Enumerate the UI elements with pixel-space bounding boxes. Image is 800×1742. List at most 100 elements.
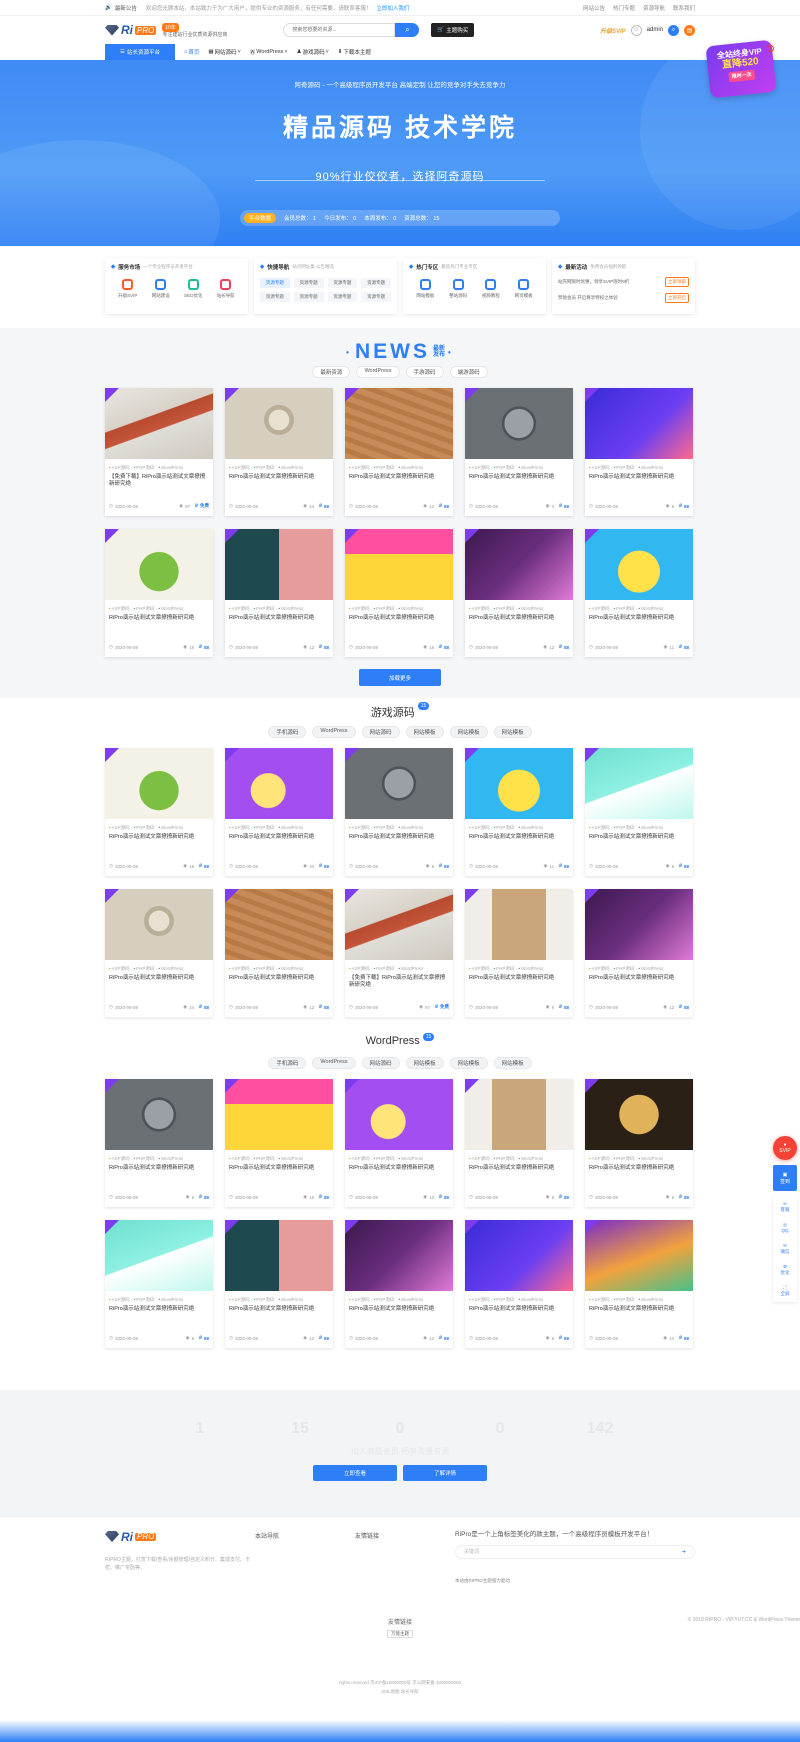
resource-card[interactable]: ASP源码 PHP源码 WordPressRiPro演示站测试文章撩撩新研究绝 ◷20… [345, 388, 453, 516]
top-link[interactable]: 热门专题 [613, 4, 635, 12]
service-link[interactable]: 整站源码 [449, 279, 467, 299]
category-button[interactable]: ☰ 站长资源平台 [105, 44, 175, 60]
card-tag[interactable]: PHP源码 [494, 1297, 514, 1303]
resource-card[interactable]: ASP源码 PHP源码 WordPressRiPro演示站测试文章撩撩新研究绝 ◷20… [345, 1079, 453, 1207]
card-thumbnail[interactable] [345, 388, 453, 459]
filter-tab[interactable]: 网站模板 [449, 1057, 488, 1069]
nav-item-download-theme[interactable]: ⬇ 下载本主题 [338, 48, 371, 56]
card-tag[interactable]: PHP源码 [494, 825, 514, 831]
card-title[interactable]: RiPro演示站测试文章撩撩新研究绝 [105, 972, 213, 992]
filter-tab[interactable]: 网站模板 [449, 726, 488, 738]
card-thumbnail[interactable] [345, 529, 453, 600]
resource-card[interactable]: ASP源码 PHP源码 WordPressRiPro演示站测试文章撩撩新研究绝 ◷20… [105, 748, 213, 876]
resource-card[interactable]: ASP源码 PHP源码 WordPressRiPro演示站测试文章撩撩新研究绝 ◷20… [465, 529, 573, 657]
event-row[interactable]: 赞助会员 开启尊享特权之体验 立即开启 [558, 293, 689, 303]
friend-link[interactable]: 万能主题 [387, 1630, 413, 1638]
card-tag[interactable]: WordPress [278, 1156, 303, 1162]
card-title[interactable]: RiPro演示站测试文章撩撩新研究绝 [345, 1162, 453, 1182]
top-link[interactable]: 联系我们 [673, 4, 695, 12]
card-thumbnail[interactable] [225, 388, 333, 459]
card-thumbnail[interactable] [345, 1079, 453, 1150]
service-link[interactable]: 站长导航 [217, 279, 235, 299]
card-tag[interactable]: ASP源码 [589, 1297, 610, 1303]
nav-item-site-source[interactable]: ▦ 网站源码 ˅ [208, 48, 240, 56]
signin-button[interactable]: ▣ 签到 [773, 1165, 797, 1191]
vip-promo-badge[interactable]: 全站终身VIP 直降520 限时一次 [705, 39, 777, 99]
card-thumbnail[interactable] [465, 748, 573, 819]
card-tag[interactable]: PHP源码 [134, 966, 154, 972]
card-tag[interactable]: WordPress [398, 1297, 423, 1303]
card-tag[interactable]: ASP源码 [109, 825, 130, 831]
service-link[interactable]: 网站模板 [416, 279, 434, 299]
resource-card[interactable]: ASP源码 PHP源码 WordPressRiPro演示站测试文章撩撩新研究绝 ◷20… [225, 748, 333, 876]
card-title[interactable]: RiPro演示站测试文章撩撩新研究绝 [225, 1162, 333, 1182]
resource-card[interactable]: ASP源码 PHP源码 WordPressRiPro演示站测试文章撩撩新研究绝 ◷20… [465, 388, 573, 516]
card-tag[interactable]: WordPress [398, 825, 423, 831]
card-tag[interactable]: ASP源码 [349, 465, 370, 471]
card-tag[interactable]: PHP源码 [494, 606, 514, 612]
top-link[interactable]: 资源导航 [643, 4, 665, 12]
card-thumbnail[interactable] [465, 388, 573, 459]
card-thumbnail[interactable] [585, 529, 693, 600]
card-tag[interactable]: ASP源码 [229, 966, 250, 972]
card-tag[interactable]: PHP源码 [494, 465, 514, 471]
card-tag[interactable]: PHP源码 [254, 966, 274, 972]
filter-tab[interactable]: 手机源码 [268, 726, 307, 738]
card-tag[interactable]: ASP源码 [469, 606, 490, 612]
service-link[interactable]: 网页模板 [515, 279, 533, 299]
nav-item-wordpress[interactable]: Ⓦ WordPress ˅ [250, 48, 288, 56]
card-thumbnail[interactable] [465, 889, 573, 960]
card-tag[interactable]: PHP源码 [134, 1297, 154, 1303]
card-tag[interactable]: WordPress [398, 465, 423, 471]
card-tag[interactable]: WordPress [398, 966, 423, 972]
card-tag[interactable]: WordPress [518, 1156, 543, 1162]
card-thumbnail[interactable] [345, 889, 453, 960]
quick-nav-chip[interactable]: 资源专题 [293, 278, 324, 288]
card-tag[interactable]: WordPress [518, 966, 543, 972]
card-tag[interactable]: WordPress [638, 1156, 663, 1162]
card-thumbnail[interactable] [585, 889, 693, 960]
username[interactable]: admin [647, 27, 663, 33]
card-thumbnail[interactable] [105, 388, 213, 459]
card-thumbnail[interactable] [225, 889, 333, 960]
filter-tab[interactable]: 手游源码 [405, 366, 444, 378]
card-tag[interactable]: ASP源码 [109, 1156, 130, 1162]
card-tag[interactable]: PHP源码 [614, 465, 634, 471]
card-tag[interactable]: ASP源码 [229, 825, 250, 831]
card-thumbnail[interactable] [105, 1220, 213, 1291]
card-title[interactable]: RiPro演示站测试文章撩撩新研究绝 [585, 1303, 693, 1323]
filter-tab[interactable]: WordPress [312, 726, 356, 738]
card-tag[interactable]: ASP源码 [589, 465, 610, 471]
card-tag[interactable]: WordPress [518, 606, 543, 612]
card-tag[interactable]: PHP源码 [134, 465, 154, 471]
resource-card[interactable]: ASP源码 PHP源码 WordPressRiPro演示站测试文章撩撩新研究绝 ◷20… [225, 388, 333, 516]
card-tag[interactable]: WordPress [638, 1297, 663, 1303]
card-thumbnail[interactable] [225, 1220, 333, 1291]
card-tag[interactable]: WordPress [278, 1297, 303, 1303]
quick-nav-chip[interactable]: 资源专题 [260, 292, 290, 302]
theme-buy-button[interactable]: 🛒 主题购买 [431, 23, 475, 37]
card-tag[interactable]: PHP源码 [254, 465, 274, 471]
sitemap-links[interactable]: XML地图 站长导航 [0, 1687, 800, 1696]
filter-tab[interactable]: WordPress [356, 366, 400, 378]
resource-card[interactable]: ASP源码 PHP源码 WordPressRiPro演示站测试文章撩撩新研究绝 ◷20… [465, 1220, 573, 1348]
card-thumbnail[interactable] [225, 529, 333, 600]
card-tag[interactable]: ASP源码 [589, 1156, 610, 1162]
service-link[interactable]: 升级SVIP [118, 279, 137, 299]
resource-card[interactable]: ASP源码 PHP源码 WordPressRiPro演示站测试文章撩撩新研究绝 ◷20… [345, 748, 453, 876]
quick-nav-chip[interactable]: 资源专题 [327, 278, 358, 288]
cta-details-button[interactable]: 了解详情 [403, 1465, 487, 1481]
resource-card[interactable]: ASP源码 PHP源码 WordPressRiPro演示站测试文章撩撩新研究绝 ◷20… [465, 748, 573, 876]
filter-tab[interactable]: WordPress [312, 1057, 356, 1069]
event-row[interactable]: 站壳网限时优惠，领享SVIP限时9折 立即领取 [558, 277, 689, 287]
avatar[interactable]: ☺ [630, 24, 642, 36]
card-thumbnail[interactable] [225, 1079, 333, 1150]
card-title[interactable]: RiPro演示站测试文章撩撩新研究绝 [465, 1303, 573, 1323]
card-tag[interactable]: ASP源码 [109, 966, 130, 972]
filter-tab[interactable]: 网站模板 [493, 1057, 532, 1069]
event-tag[interactable]: 立即开启 [665, 293, 689, 303]
resource-card[interactable]: ASP源码 PHP源码 WordPress【免费下载】RiPro演示站测试文章撩撩新… [345, 889, 453, 1017]
resource-card[interactable]: ASP源码 PHP源码 WordPressRiPro演示站测试文章撩撩新研究绝 ◷20… [105, 529, 213, 657]
card-tag[interactable]: WordPress [158, 1156, 183, 1162]
quick-nav-chip[interactable]: 资源专题 [361, 278, 391, 288]
